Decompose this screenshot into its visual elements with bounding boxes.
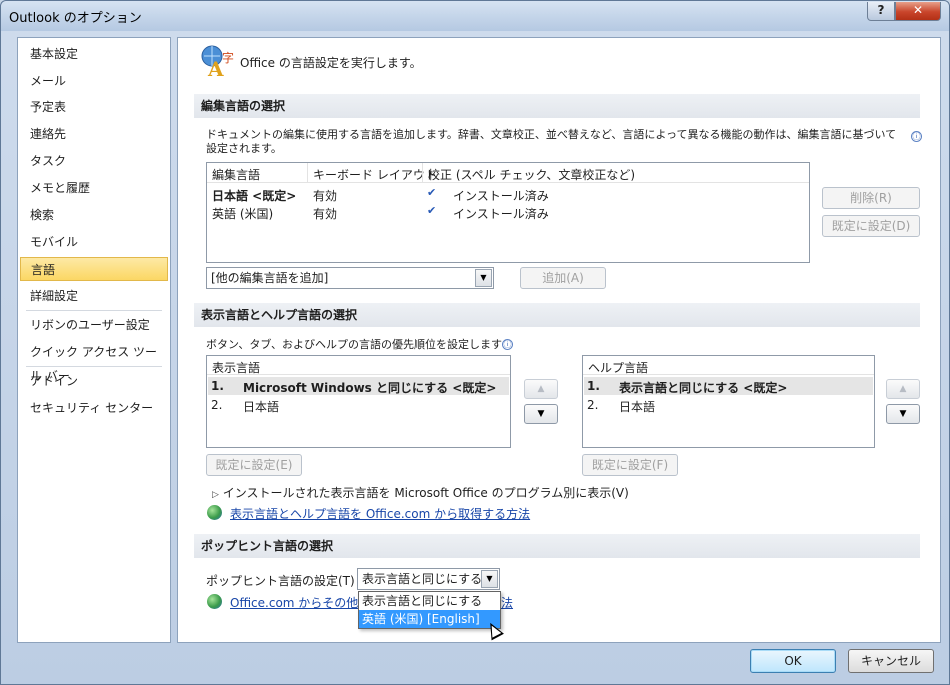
language-settings-icon: A 字 [201, 45, 234, 78]
section-display-help-languages: 表示言語とヘルプ言語の選択 [194, 303, 920, 327]
display-description: ボタン、タブ、およびヘルプの言語の優先順位を設定します ⓘ [206, 338, 514, 351]
list-header: 表示言語 [207, 356, 510, 375]
ok-button[interactable]: OK [750, 649, 836, 673]
info-icon: ⓘ [911, 131, 922, 142]
nav-item-addins[interactable]: アドイン [20, 369, 168, 393]
set-default-display-button[interactable]: 既定に設定(E) [206, 454, 302, 476]
help-language-header: ヘルプ言語 [588, 361, 649, 375]
page-heading: Office の言語設定を実行します。 [240, 56, 422, 70]
nav-item-trust-center[interactable]: セキュリティ センター [20, 396, 168, 420]
row-keyboard: 有効 [313, 189, 338, 203]
screentip-language-combo[interactable]: 表示言語と同じにする ▼ [357, 568, 500, 590]
dropdown-option[interactable]: 英語 (米国) [English] [359, 610, 500, 628]
nav-item-general[interactable]: 基本設定 [20, 42, 168, 66]
combo-value: 表示言語と同じにする [362, 572, 483, 586]
nav-item-customize-ribbon[interactable]: リボンのユーザー設定 [20, 313, 168, 337]
nav-item-language[interactable]: 言語 [20, 257, 168, 281]
cancel-button[interactable]: キャンセル [848, 649, 934, 673]
display-language-list[interactable]: 表示言語 1. Microsoft Windows と同じにする <既定> 2.… [206, 355, 511, 448]
editing-language-table: 編集言語 キーボード レイアウト 校正 (スペル チェック、文章校正など) 日本… [206, 162, 810, 263]
move-down-display-button[interactable]: ▼ [524, 404, 558, 424]
nav-item-mail[interactable]: メール [20, 69, 168, 93]
language-settings-pane: A 字 Office の言語設定を実行します。 編集言語の選択 ドキュメントの編… [177, 37, 941, 643]
move-down-help-button[interactable]: ▼ [886, 404, 920, 424]
column-divider [422, 163, 423, 183]
title-bar: Outlook のオプション ? ✕ [1, 1, 949, 31]
nav-item-quick-access-toolbar[interactable]: クイック アクセス ツール バー [20, 340, 168, 383]
nav-item-tasks[interactable]: タスク [20, 149, 168, 173]
editing-description: ドキュメントの編集に使用する言語を追加します。辞書、文章校正、並べ替えなど、言語… [206, 128, 897, 155]
add-editing-language-combo[interactable]: [他の編集言語を追加] ▼ [206, 267, 494, 289]
nav-item-contacts[interactable]: 連絡先 [20, 122, 168, 146]
nav-item-notes-journal[interactable]: メモと履歴 [20, 176, 168, 200]
chevron-down-icon[interactable]: ▼ [481, 570, 498, 588]
get-display-help-languages-link[interactable]: 表示言語とヘルプ言語を Office.com から取得する方法 [230, 505, 530, 522]
move-up-help-button[interactable]: ▲ [886, 379, 920, 399]
help-language-list[interactable]: ヘルプ言語 1. 表示言語と同じにする <既定> 2. 日本語 [582, 355, 875, 448]
row-language: 日本語 <既定> [212, 189, 297, 203]
column-header: 校正 (スペル チェック、文章校正など) [428, 168, 636, 182]
expand-arrow-icon: ▷ [212, 490, 219, 500]
list-item[interactable]: 1. 表示言語と同じにする <既定> [584, 377, 873, 395]
move-up-display-button[interactable]: ▲ [524, 379, 558, 399]
nav-divider [26, 310, 162, 311]
section-screentip-language: ポップヒント言語の選択 [194, 534, 920, 558]
display-language-header: 表示言語 [212, 361, 261, 375]
column-header: キーボード レイアウト [313, 168, 437, 182]
chevron-down-icon[interactable]: ▼ [475, 269, 492, 287]
list-item[interactable]: 1. Microsoft Windows と同じにする <既定> [208, 377, 509, 395]
screentip-language-dropdown: 表示言語と同じにする 英語 (米国) [English] [358, 591, 501, 629]
combo-value: [他の編集言語を追加] [211, 271, 329, 285]
svg-text:字: 字 [222, 50, 234, 65]
window-title: Outlook のオプション [9, 11, 142, 26]
dropdown-option[interactable]: 表示言語と同じにする [359, 592, 500, 610]
spell-check-icon: ✔ [427, 204, 437, 217]
add-language-button[interactable]: 追加(A) [520, 267, 606, 289]
help-button[interactable]: ? [867, 2, 895, 21]
options-nav: 基本設定 メール 予定表 連絡先 タスク メモと履歴 検索 モバイル 言語 詳細… [17, 37, 171, 643]
section-editing-languages: 編集言語の選択 [194, 94, 920, 118]
show-installed-label: インストールされた表示言語を Microsoft Office のプログラム別に… [222, 486, 629, 500]
set-default-help-button[interactable]: 既定に設定(F) [582, 454, 678, 476]
column-header: 編集言語 [212, 168, 261, 182]
nav-divider [26, 366, 162, 367]
list-item[interactable]: 2. 日本語 [208, 396, 509, 414]
options-window: Outlook のオプション ? ✕ 基本設定 メール 予定表 連絡先 タスク … [0, 0, 950, 685]
nav-item-advanced[interactable]: 詳細設定 [20, 284, 168, 308]
info-icon: ⓘ [502, 339, 514, 350]
list-header: ヘルプ言語 [583, 356, 874, 375]
globe-icon [207, 505, 222, 520]
nav-item-search[interactable]: 検索 [20, 203, 168, 227]
nav-item-calendar[interactable]: 予定表 [20, 95, 168, 119]
nav-item-mobile[interactable]: モバイル [20, 230, 168, 254]
close-button[interactable]: ✕ [895, 2, 941, 21]
delete-language-button[interactable]: 削除(R) [822, 187, 920, 209]
list-item[interactable]: 2. 日本語 [584, 396, 873, 414]
set-default-editing-button[interactable]: 既定に設定(D) [822, 215, 920, 237]
screentip-label: ポップヒント言語の設定(T) ⓘ [206, 572, 370, 589]
table-row[interactable]: 日本語 <既定> 有効 ✔ インストール済み [207, 185, 809, 203]
row-keyboard: 有効 [313, 207, 338, 221]
spell-check-icon: ✔ [427, 186, 437, 199]
column-divider [307, 163, 308, 183]
globe-icon [207, 594, 222, 609]
row-proofing: インストール済み [453, 207, 549, 221]
table-row[interactable]: 英語 (米国) 有効 ✔ インストール済み [207, 203, 809, 221]
row-language: 英語 (米国) [212, 207, 274, 221]
show-installed-expander[interactable]: ▷ インストールされた表示言語を Microsoft Office のプログラム… [212, 484, 629, 501]
get-more-screentip-languages-link[interactable]: Office.com からその他の [230, 594, 370, 611]
table-header: 編集言語 キーボード レイアウト 校正 (スペル チェック、文章校正など) [207, 163, 809, 183]
get-more-screentip-languages-link-tail[interactable]: 法 [501, 594, 513, 611]
row-proofing: インストール済み [453, 189, 549, 203]
